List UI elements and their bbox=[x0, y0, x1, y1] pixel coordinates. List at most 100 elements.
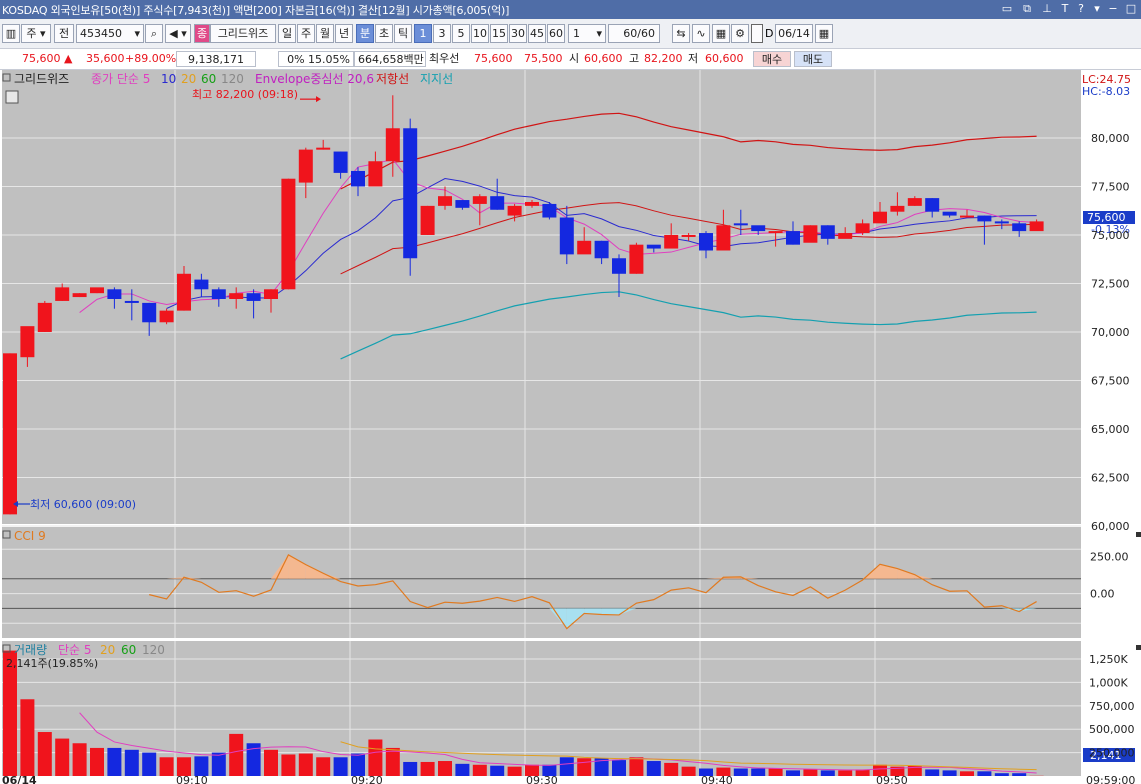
date-field[interactable]: 06/14 bbox=[775, 24, 813, 43]
interval-3[interactable]: 3 bbox=[433, 24, 451, 43]
volume-bar[interactable] bbox=[786, 770, 800, 776]
candle-body[interactable] bbox=[960, 215, 974, 218]
candle-body[interactable] bbox=[1012, 223, 1027, 232]
candle-body[interactable] bbox=[490, 196, 505, 210]
volume-bar[interactable] bbox=[577, 758, 592, 776]
code-input[interactable]: 453450 ▾ bbox=[76, 24, 144, 43]
volume-bar[interactable] bbox=[107, 747, 122, 776]
text-icon[interactable]: T bbox=[1058, 1, 1072, 16]
pin-icon[interactable]: ⊥ bbox=[1040, 1, 1054, 16]
candle-body[interactable] bbox=[507, 205, 522, 216]
candle-body[interactable] bbox=[838, 233, 853, 239]
volume-bar[interactable] bbox=[72, 743, 87, 776]
cci-panel[interactable] bbox=[2, 527, 1081, 638]
volume-bar[interactable] bbox=[646, 761, 661, 776]
buy-button[interactable]: 매수 bbox=[753, 51, 791, 67]
candle-body[interactable] bbox=[211, 289, 226, 299]
candle-body[interactable] bbox=[72, 293, 87, 298]
candle-body[interactable] bbox=[403, 128, 418, 259]
volume-bar[interactable] bbox=[629, 757, 644, 776]
all-button[interactable]: 전 bbox=[54, 24, 74, 43]
candle-body[interactable] bbox=[159, 310, 174, 323]
candle-body[interactable] bbox=[333, 151, 348, 173]
candle-body[interactable] bbox=[107, 289, 122, 299]
popout-icon[interactable]: ⧉ bbox=[1020, 1, 1034, 16]
volume-bar[interactable] bbox=[942, 770, 957, 776]
volume-bar[interactable] bbox=[368, 739, 383, 776]
candle-body[interactable] bbox=[55, 287, 70, 301]
candle-body[interactable] bbox=[994, 221, 1009, 224]
period-minute[interactable]: 분 bbox=[356, 24, 374, 43]
candle-body[interactable] bbox=[733, 223, 748, 226]
candle-body[interactable] bbox=[646, 244, 661, 249]
restore-icon[interactable]: ▭ bbox=[1000, 1, 1014, 16]
volume-bar[interactable] bbox=[472, 764, 487, 776]
candle-body[interactable] bbox=[629, 244, 644, 274]
layout-icon[interactable]: ▦ bbox=[712, 24, 730, 43]
candle-body[interactable] bbox=[820, 225, 835, 239]
close-icon[interactable]: □ bbox=[1124, 1, 1138, 16]
candle-body[interactable] bbox=[525, 201, 539, 206]
candle-body[interactable] bbox=[768, 231, 783, 234]
candle-body[interactable] bbox=[3, 353, 17, 515]
settings-icon[interactable]: ⚙ bbox=[731, 24, 749, 43]
volume-bar[interactable] bbox=[838, 770, 853, 776]
volume-bar[interactable] bbox=[90, 747, 104, 776]
period-week[interactable]: 주 bbox=[297, 24, 315, 43]
candle-body[interactable] bbox=[472, 196, 487, 204]
candle-body[interactable] bbox=[316, 147, 331, 150]
volume-bar[interactable] bbox=[264, 749, 278, 776]
candle-body[interactable] bbox=[716, 225, 731, 251]
period-second[interactable]: 초 bbox=[375, 24, 393, 43]
candle-body[interactable] bbox=[594, 240, 609, 259]
candle-body[interactable] bbox=[298, 149, 313, 183]
candle-body[interactable] bbox=[351, 170, 365, 187]
period-month[interactable]: 월 bbox=[316, 24, 334, 43]
candle-body[interactable] bbox=[664, 234, 679, 249]
candle-body[interactable] bbox=[907, 198, 922, 206]
volume-bar[interactable] bbox=[803, 769, 818, 776]
candle-body[interactable] bbox=[20, 326, 35, 358]
volume-bar[interactable] bbox=[211, 752, 226, 776]
candle-body[interactable] bbox=[37, 302, 52, 332]
candle-body[interactable] bbox=[925, 198, 940, 212]
interval-30[interactable]: 30 bbox=[509, 24, 527, 43]
candle-body[interactable] bbox=[368, 161, 383, 187]
volume-bar[interactable] bbox=[820, 770, 835, 776]
candle-body[interactable] bbox=[577, 240, 592, 255]
minimize-icon[interactable]: − bbox=[1106, 1, 1120, 16]
candle-body[interactable] bbox=[612, 258, 626, 274]
volume-bar[interactable] bbox=[142, 752, 157, 776]
interval-select[interactable]: 1 ▾ bbox=[568, 24, 606, 43]
candle-body[interactable] bbox=[420, 205, 435, 235]
volume-bar[interactable] bbox=[960, 771, 974, 776]
candle-body[interactable] bbox=[385, 128, 400, 162]
volume-bar[interactable] bbox=[925, 769, 940, 776]
volume-bar[interactable] bbox=[507, 766, 522, 776]
volume-bar[interactable] bbox=[316, 757, 331, 776]
count-field[interactable]: 60/60 bbox=[608, 24, 660, 43]
calendar-icon[interactable]: ▦ bbox=[815, 24, 833, 43]
volume-bar[interactable] bbox=[420, 761, 435, 776]
candle-body[interactable] bbox=[942, 211, 957, 216]
volume-bar[interactable] bbox=[664, 762, 679, 776]
volume-bar[interactable] bbox=[298, 753, 313, 776]
volume-bar[interactable] bbox=[385, 747, 400, 776]
candle-body[interactable] bbox=[890, 205, 905, 212]
interval-5[interactable]: 5 bbox=[452, 24, 470, 43]
candle-body[interactable] bbox=[438, 196, 452, 206]
candle-body[interactable] bbox=[281, 178, 296, 290]
candle-body[interactable] bbox=[977, 215, 992, 222]
volume-bar[interactable] bbox=[977, 771, 992, 776]
volume-bar[interactable] bbox=[351, 753, 365, 776]
candle-body[interactable] bbox=[229, 293, 244, 299]
grid-toggle-icon[interactable] bbox=[5, 90, 19, 104]
interval-45[interactable]: 45 bbox=[528, 24, 546, 43]
interval-15[interactable]: 15 bbox=[490, 24, 508, 43]
candle-body[interactable] bbox=[699, 233, 713, 251]
candle-body[interactable] bbox=[194, 279, 209, 290]
volume-bar[interactable] bbox=[490, 765, 505, 776]
draw-icon[interactable]: ∿ bbox=[692, 24, 710, 43]
candle-body[interactable] bbox=[559, 217, 574, 255]
sound-icon[interactable]: ◀ ▾ bbox=[165, 24, 191, 43]
